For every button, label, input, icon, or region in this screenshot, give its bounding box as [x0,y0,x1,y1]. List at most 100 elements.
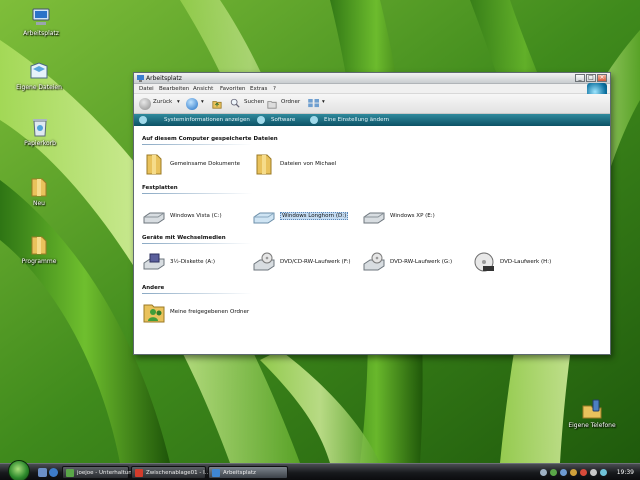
menu-bearbeiten[interactable]: Bearbeiten [159,86,189,92]
tray-arrow-icon[interactable] [540,469,547,476]
explorer-window[interactable]: Arbeitsplatz _ □ × Datei Bearbeiten Ansi… [133,72,611,355]
item-label: DVD-RW-Laufwerk (G:) [390,259,453,265]
list-item[interactable]: Meine freigegebenen Ordner [142,301,272,325]
folders-icon[interactable] [267,99,277,109]
tray-volume-icon[interactable] [590,469,597,476]
list-item[interactable]: 3½-Diskette (A:) [142,251,252,275]
dvd-drive-icon [474,252,494,272]
group-divider [142,144,252,145]
control-panel-icon[interactable] [310,116,318,124]
show-desktop-icon[interactable] [38,468,47,477]
desktop-icon-new-folder[interactable]: Neu [9,176,69,207]
desktop-icon-my-files[interactable]: Eigene Dateien [9,60,69,91]
user-folder-icon [256,154,272,175]
tray-shield-icon[interactable] [570,469,577,476]
tray-messenger-icon[interactable] [550,469,557,476]
desktop-icon-programs[interactable]: Programme [9,234,69,265]
desktop-icon-label: Arbeitsplatz [23,30,59,37]
floppy-drive-icon [143,253,165,270]
menu-extras[interactable]: Extras [250,86,267,92]
taskbar: joejoe - Unterhaltung Zwischenablage01 -… [0,460,640,480]
taskbar-task-messenger[interactable]: joejoe - Unterhaltung [62,466,135,479]
group-divider [142,293,252,294]
start-button[interactable] [8,460,30,480]
maximize-button[interactable]: □ [586,74,596,82]
group-header: Auf diesem Computer gespeicherte Dateien [142,136,278,142]
desktop-icon-recycle-bin[interactable]: Papierkorb [10,116,70,147]
back-dropdown-icon[interactable]: ▾ [177,99,180,105]
desktop-icon-label: Eigene Dateien [16,84,62,91]
list-item[interactable]: Windows XP (E:) [362,205,472,229]
hard-drive-icon [253,212,275,224]
task-software[interactable]: Software [271,117,295,123]
my-files-icon [30,62,48,79]
menu-help[interactable]: ? [273,86,276,92]
task-label: Arbeitsplatz [223,470,256,476]
clock[interactable]: 19:39 [617,469,634,476]
tray-alert-icon[interactable] [580,469,587,476]
software-icon[interactable] [257,116,265,124]
desktop-icon-label: Programme [21,258,57,265]
folders-button[interactable]: Ordner [281,99,300,105]
system-tray: 19:39 [536,465,640,480]
task-system-info[interactable]: Systeminformationen anzeigen [164,117,250,123]
system-info-icon[interactable] [139,116,147,124]
dvd-rw-drive-icon [363,252,385,271]
dvd-cd-rw-drive-icon [253,252,275,271]
search-button[interactable]: Suchen [244,99,264,105]
computer-icon [137,75,144,82]
forward-dropdown-icon[interactable]: ▾ [201,99,204,105]
item-label: Windows Vista (C:) [170,213,222,219]
menu-datei[interactable]: Datei [139,86,154,92]
window-title: Arbeitsplatz [146,75,182,82]
tray-sync-icon[interactable] [600,469,607,476]
menu-favoriten[interactable]: Favoriten [220,86,245,92]
views-dropdown-icon[interactable]: ▾ [322,99,325,105]
desktop-icon-label: Neu [33,200,45,207]
desktop-icon-label: Papierkorb [24,140,56,147]
list-item[interactable]: DVD/CD-RW-Laufwerk (F:) [252,251,362,275]
item-label: 3½-Diskette (A:) [170,259,216,265]
window-titlebar[interactable]: Arbeitsplatz _ □ × [134,73,610,84]
recycle-bin-icon [33,119,47,137]
item-label: Meine freigegebenen Ordner [170,309,250,315]
item-label: DVD-Laufwerk (H:) [500,259,552,265]
list-item[interactable]: DVD-Laufwerk (H:) [472,251,582,275]
item-label: Windows XP (E:) [390,213,435,219]
item-label: Windows Longhorn (D:) [280,212,349,220]
menu-bar: Datei Bearbeiten Ansicht Favoriten Extra… [134,83,610,105]
shared-folder-icon [146,154,162,175]
desktop-icon-phones[interactable]: Eigene Telefone [562,398,622,429]
group-header: Geräte mit Wechselmedien [142,235,226,241]
search-icon[interactable] [230,98,240,108]
group-divider [142,243,252,244]
paint-icon [135,469,143,477]
tray-network-icon[interactable] [560,469,567,476]
taskbar-task-paint[interactable]: Zwischenablage01 - I... [131,466,210,479]
minimize-button[interactable]: _ [575,74,585,82]
desktop-icon-label: Eigene Telefone [568,422,616,429]
group-header: Andere [142,285,165,291]
group-divider [142,193,252,194]
browser-icon[interactable] [49,468,58,477]
list-item[interactable]: Windows Vista (C:) [142,205,252,229]
back-button[interactable]: Zurück [153,99,172,105]
desktop-icon-computer[interactable]: Arbeitsplatz [11,6,71,37]
list-item[interactable]: Gemeinsame Dokumente [142,153,252,177]
list-item[interactable]: Dateien von Michael [252,153,362,177]
task-label: joejoe - Unterhaltung [77,470,136,476]
item-label: DVD/CD-RW-Laufwerk (F:) [280,259,351,265]
taskbar-task-explorer[interactable]: Arbeitsplatz [208,466,288,479]
forward-arrow-icon[interactable] [186,98,198,110]
list-item[interactable]: Windows Longhorn (D:) [252,205,362,229]
folder-icon [31,178,47,197]
back-arrow-icon[interactable] [139,98,151,110]
folder-up-icon[interactable] [212,99,222,109]
views-icon[interactable] [308,99,321,108]
task-change-setting[interactable]: Eine Einstellung ändern [324,117,389,123]
menu-ansicht[interactable]: Ansicht [193,86,213,92]
list-item[interactable]: DVD-RW-Laufwerk (G:) [362,251,472,275]
file-list: Auf diesem Computer gespeicherte Dateien… [134,127,610,354]
close-button[interactable]: × [597,74,607,82]
hard-drive-icon [363,212,385,224]
